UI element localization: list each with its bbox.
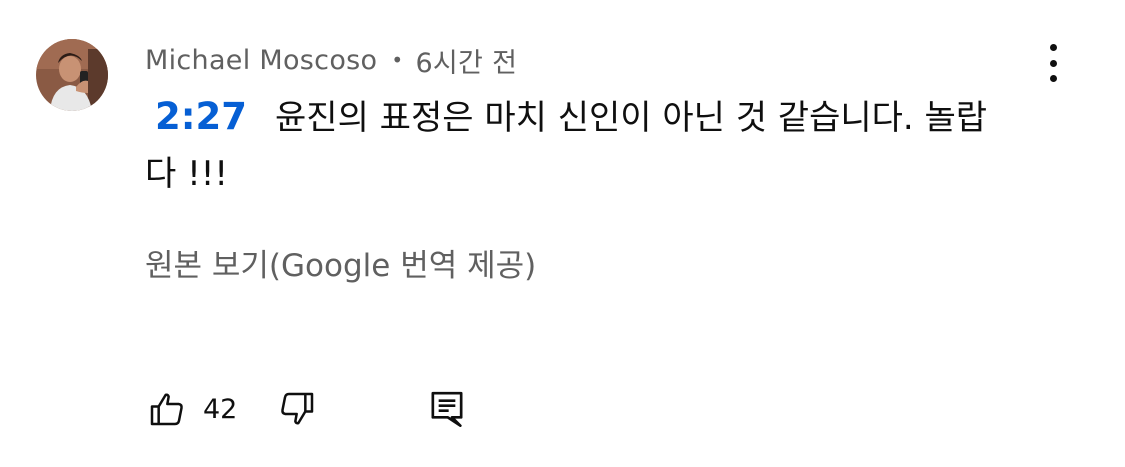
avatar-photo-icon [36,39,108,111]
show-original-link[interactable]: 원본 보기(Google 번역 제공) [145,240,536,285]
separator-dot: • [391,48,404,72]
more-options-button[interactable] [1034,40,1072,86]
author-name[interactable]: Michael Moscoso [145,45,377,76]
comment-time[interactable]: 6시간 전 [415,41,517,80]
timestamp-link[interactable]: 2:27 [155,95,247,138]
reply-button[interactable] [425,387,469,431]
like-count: 42 [203,393,238,425]
comment-text: 윤진의 표정은 마치 신인이 아닌 것 같습니다. 놀랍다 !!! [145,98,988,194]
thumbs-down-icon [281,392,314,425]
comment-actions: 42 [145,386,469,432]
reply-comment-icon [431,391,463,427]
more-vertical-icon [1049,44,1057,51]
comment-header: Michael Moscoso • 6시간 전 [145,40,517,80]
comment-body: 2:27 윤진의 표정은 마치 신인이 아닌 것 같습니다. 놀랍다 !!! [145,89,1005,202]
avatar[interactable] [36,39,108,111]
thumbs-up-icon [150,393,183,426]
like-button[interactable] [145,387,189,431]
dislike-button[interactable] [275,387,319,431]
